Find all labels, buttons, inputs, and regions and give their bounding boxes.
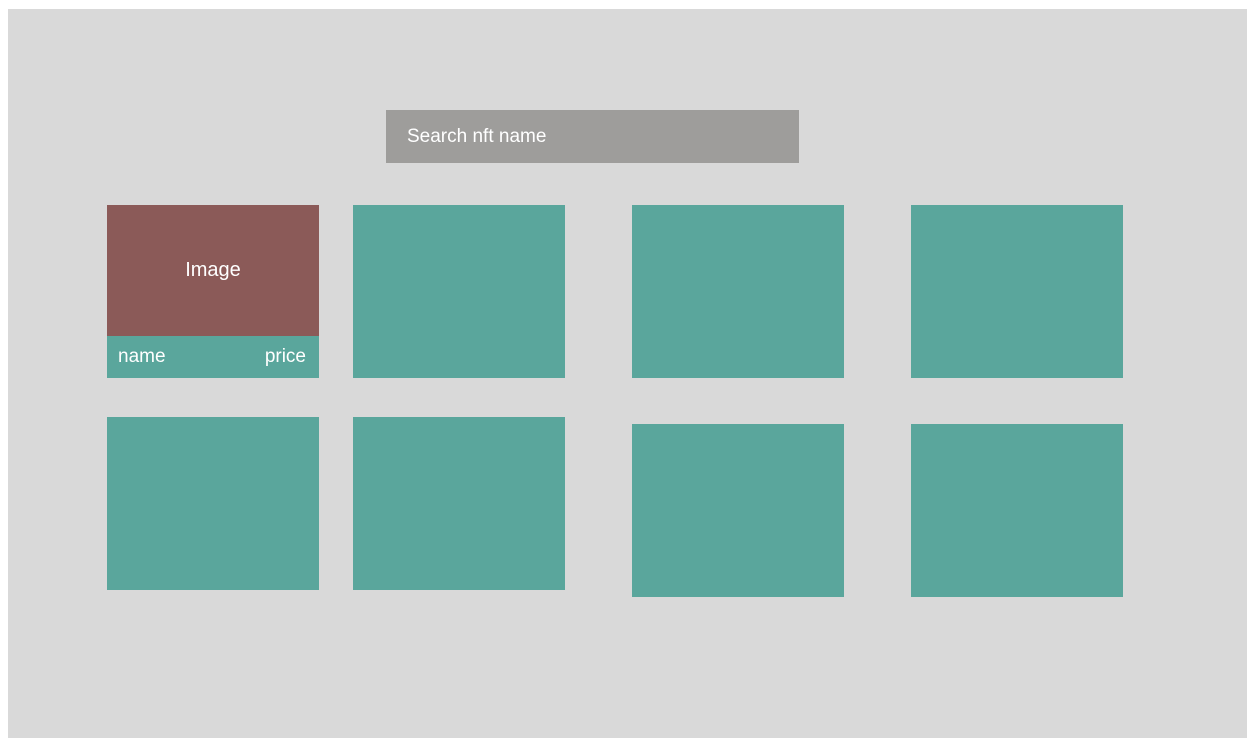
nft-card[interactable] [353, 417, 565, 590]
nft-image-placeholder: Image [107, 205, 319, 336]
nft-price: price [264, 346, 306, 367]
search-input[interactable]: Search nft name [386, 110, 799, 163]
nft-card[interactable]: Image name price [107, 205, 319, 378]
nft-name: name [118, 346, 166, 367]
nft-card[interactable] [632, 205, 844, 378]
nft-image-label: Image [185, 258, 241, 281]
nft-card[interactable] [107, 417, 319, 590]
search-placeholder: Search nft name [407, 125, 547, 147]
nft-card-footer: name price [107, 336, 319, 378]
nft-card[interactable] [353, 205, 565, 378]
nft-card[interactable] [911, 424, 1123, 597]
nft-card[interactable] [911, 205, 1123, 378]
nft-card[interactable] [632, 424, 844, 597]
